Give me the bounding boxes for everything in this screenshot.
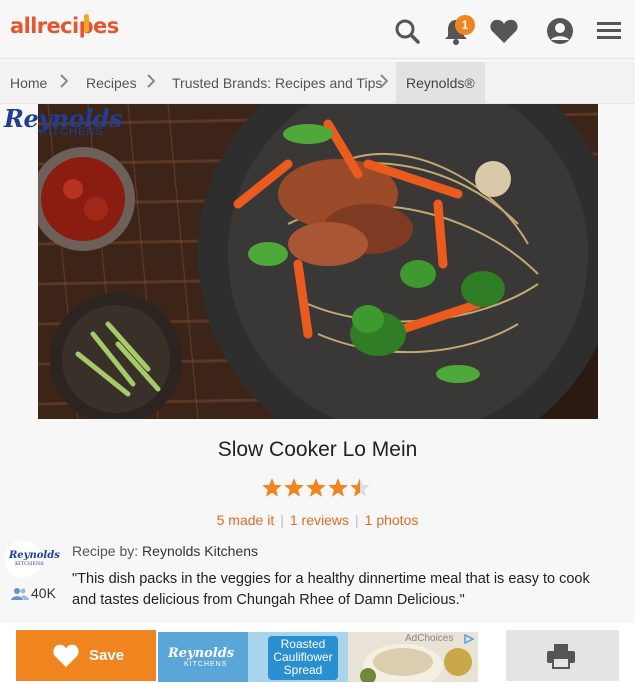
chevron-right-icon	[380, 74, 388, 88]
followers-icon	[11, 588, 29, 600]
recipe-byline: Recipe by: Reynolds Kitchens	[72, 543, 258, 559]
author-name-link[interactable]: Reynolds Kitchens	[142, 543, 258, 559]
chevron-right-icon	[147, 74, 155, 88]
breadcrumb-reynolds[interactable]: Reynolds®	[396, 62, 485, 104]
breadcrumb-trusted-brands[interactable]: Trusted Brands: Recipes and Tips	[172, 62, 382, 104]
recipe-description: "This dish packs in the veggies for a he…	[72, 571, 590, 608]
made-it-link[interactable]: 5 made it	[217, 512, 275, 528]
followers-count: 40K	[11, 585, 56, 601]
notification-badge: 1	[455, 15, 475, 35]
recipe-photo[interactable]	[38, 104, 598, 419]
print-button[interactable]	[506, 630, 619, 681]
ad-brand-sub: KITCHENS	[184, 661, 228, 668]
star-rating[interactable]	[261, 477, 371, 499]
recipe-stats: 5 made it | 1 reviews | 1 photos	[0, 512, 635, 528]
author-avatar[interactable]: Reynolds KITCHENS	[4, 540, 60, 578]
save-button[interactable]: Save	[16, 630, 156, 681]
reviews-link[interactable]: 1 reviews	[290, 512, 349, 528]
user-icon[interactable]	[545, 16, 575, 46]
chevron-right-icon	[60, 74, 68, 88]
ad-headline: Roasted Cauliflower Spread	[273, 637, 333, 677]
logo-spoon-icon	[84, 14, 89, 32]
photos-link[interactable]: 1 photos	[365, 512, 419, 528]
breadcrumb-home[interactable]: Home	[10, 62, 47, 104]
recipe-title: Slow Cooker Lo Mein	[217, 438, 418, 461]
breadcrumb-recipes[interactable]: Recipes	[86, 62, 137, 104]
allrecipes-logo[interactable]: allrecipes	[10, 14, 119, 38]
top-navigation-bar: allrecipes 1	[0, 0, 635, 59]
search-icon[interactable]	[392, 16, 422, 46]
menu-icon[interactable]	[594, 16, 624, 46]
divider: |	[355, 512, 359, 528]
adchoices-icon[interactable]	[464, 634, 474, 644]
heart-icon[interactable]	[489, 16, 519, 46]
reynolds-kitchens-logo: Reynolds KITCHENS	[4, 104, 123, 138]
advertisement-banner[interactable]: Reynolds KITCHENS Roasted Cauliflower Sp…	[158, 632, 478, 682]
adchoices-label[interactable]: AdChoices	[405, 633, 453, 644]
breadcrumb: Home Recipes Trusted Brands: Recipes and…	[0, 62, 635, 104]
printer-icon	[547, 644, 575, 669]
divider: |	[280, 512, 284, 528]
heart-icon	[53, 644, 79, 668]
ad-brand-logo: Reynolds	[168, 646, 235, 661]
